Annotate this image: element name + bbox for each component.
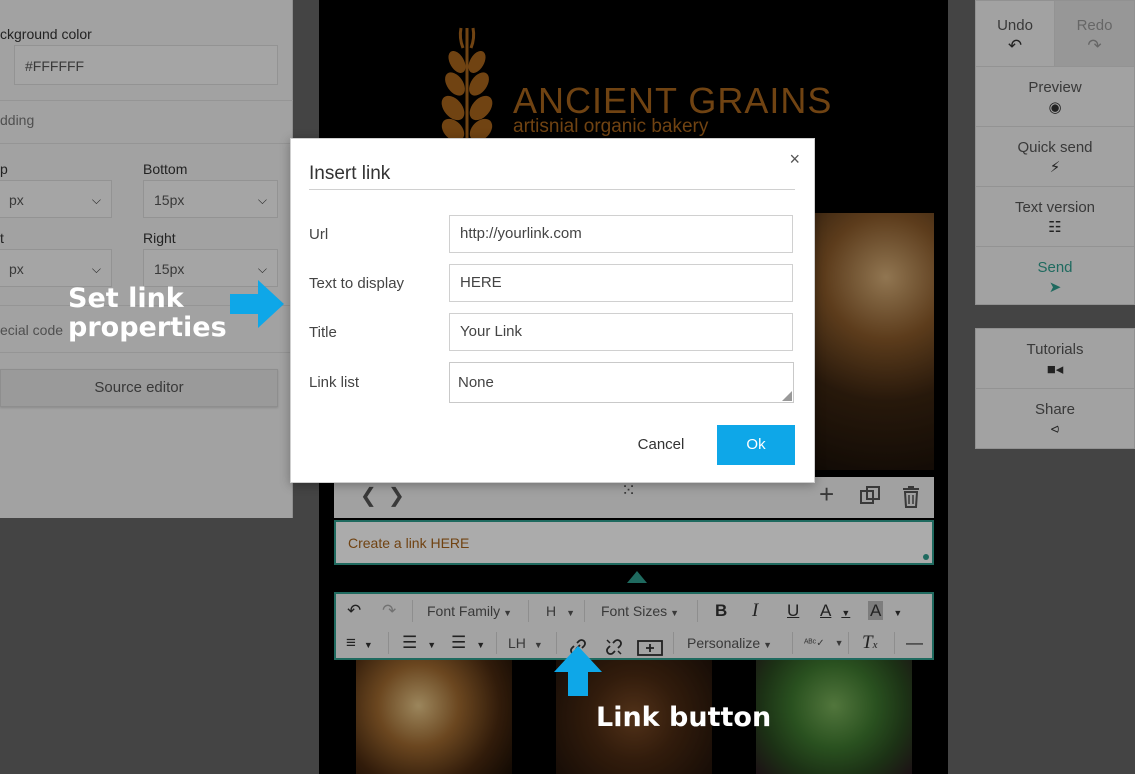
resize-grip-icon — [782, 391, 792, 401]
title-input[interactable]: Your Link — [449, 313, 793, 351]
text-to-display-label: Text to display — [309, 275, 405, 292]
link-list-value: None — [458, 374, 494, 391]
link-button-annotation: Link button — [596, 702, 772, 733]
ok-button[interactable]: Ok — [717, 425, 795, 465]
dialog-title: Insert link — [309, 163, 391, 184]
arrow-right-icon — [230, 280, 284, 328]
set-link-annotation: Set link properties — [68, 284, 227, 342]
close-icon[interactable]: × — [789, 149, 800, 170]
annotation-line: properties — [68, 312, 227, 343]
link-list-select[interactable]: None — [449, 362, 794, 403]
insert-link-dialog: Insert link × Url http://yourlink.com Te… — [290, 138, 815, 483]
url-input[interactable]: http://yourlink.com — [449, 215, 793, 253]
arrow-up-icon — [554, 646, 602, 696]
divider — [309, 189, 795, 190]
cancel-button[interactable]: Cancel — [623, 426, 699, 464]
text-to-display-input[interactable]: HERE — [449, 264, 793, 302]
link-list-label: Link list — [309, 374, 360, 391]
annotation-line: Set link — [68, 283, 184, 314]
title-label: Title — [309, 324, 337, 341]
url-label: Url — [309, 226, 329, 243]
